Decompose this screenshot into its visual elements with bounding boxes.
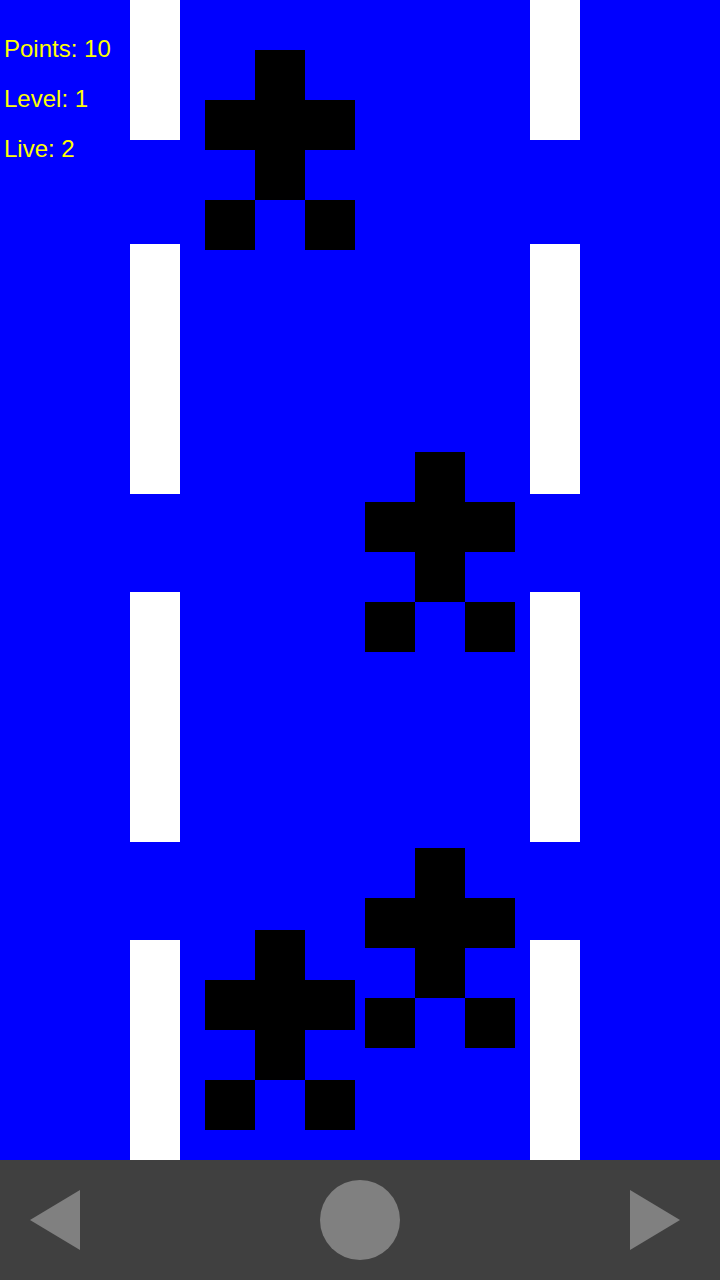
game-screen: Points: 10Level: 1Live: 2 — [0, 0, 720, 1280]
right-arrow-icon[interactable] — [630, 1190, 690, 1250]
road-track: Points: 10Level: 1Live: 2 — [0, 0, 720, 1160]
hud: Points: 10Level: 1Live: 2 — [0, 0, 720, 174]
lane-marking — [530, 592, 580, 842]
hud-stat: Live: 2 — [4, 124, 720, 174]
car — [205, 930, 355, 1130]
lane-marking — [130, 940, 180, 1160]
car — [205, 50, 355, 250]
lane-marking — [130, 592, 180, 842]
lane-marking — [130, 0, 180, 140]
lane-marking — [530, 0, 580, 140]
lane-marking — [130, 244, 180, 494]
control-bar — [0, 1160, 720, 1280]
car — [365, 452, 515, 652]
lane-marking — [530, 940, 580, 1160]
car — [365, 848, 515, 1048]
hud-stat: Points: 10 — [4, 24, 720, 74]
hud-stat: Level: 1 — [4, 74, 720, 124]
lane-marking — [530, 244, 580, 494]
left-arrow-icon[interactable] — [30, 1190, 90, 1250]
circle-button-icon[interactable] — [320, 1180, 400, 1260]
